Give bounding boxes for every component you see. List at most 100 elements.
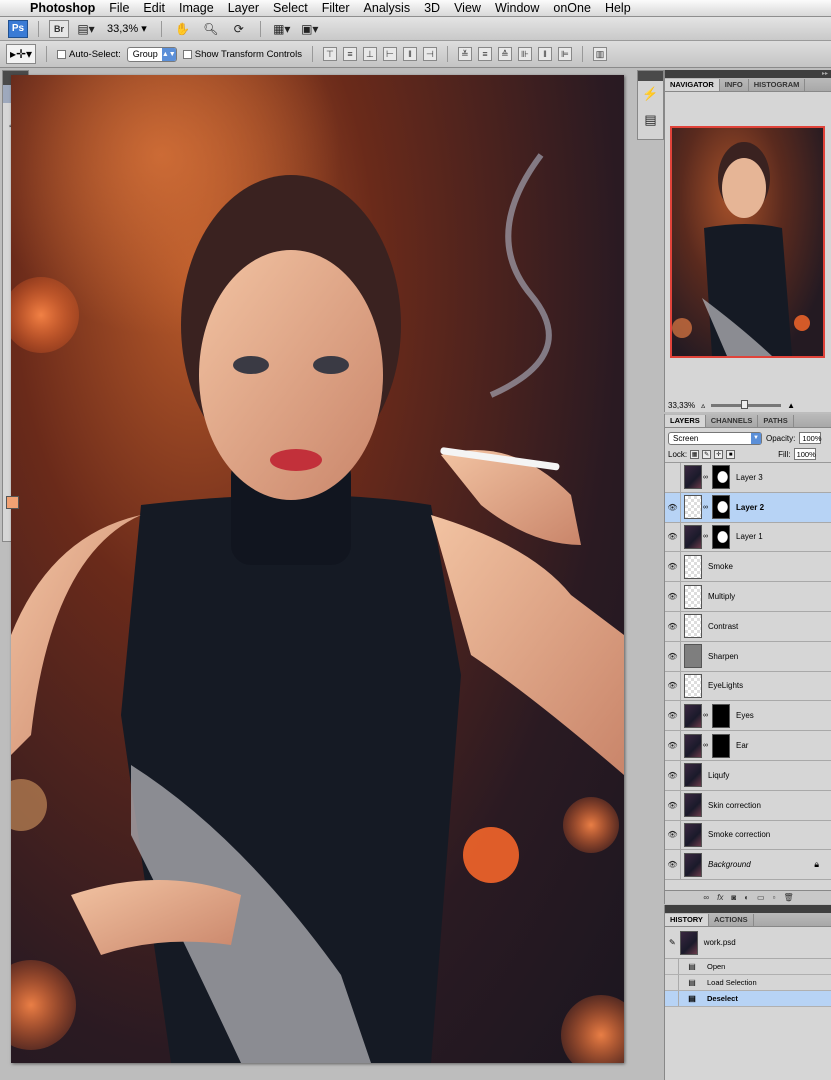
- distribute-hcenter-icon[interactable]: ‖: [537, 47, 552, 61]
- trash-icon[interactable]: 🗑︎: [783, 893, 793, 902]
- align-vcenter-icon[interactable]: ≡: [342, 47, 357, 61]
- menu-edit[interactable]: Edit: [143, 1, 165, 15]
- menu-filter[interactable]: Filter: [322, 1, 350, 15]
- eye-icon[interactable]: 👁︎: [665, 671, 681, 701]
- link-icon[interactable]: ∞: [702, 504, 709, 511]
- history-brush-source-box[interactable]: [665, 991, 679, 1006]
- eye-icon[interactable]: 👁︎: [665, 820, 681, 850]
- history-brush-source-box[interactable]: [665, 975, 679, 990]
- screen-mode-icon[interactable]: ▣▾: [299, 20, 321, 38]
- document-image[interactable]: [11, 75, 624, 1063]
- history-state[interactable]: ▤ Load Selection: [665, 975, 831, 991]
- layer-comps-icon[interactable]: ▤: [638, 107, 663, 133]
- layer-row[interactable]: ∞ Layer 3: [665, 463, 831, 493]
- layer-row[interactable]: 👁︎ ∞ Layer 1: [665, 522, 831, 553]
- tab-channels[interactable]: CHANNELS: [706, 415, 759, 427]
- usb-icon[interactable]: ⚡: [638, 81, 663, 107]
- menu-window[interactable]: Window: [495, 1, 539, 15]
- foreground-color-swatch[interactable]: [6, 496, 19, 510]
- layer-style-icon[interactable]: fx: [717, 893, 723, 902]
- tool-preset-picker[interactable]: ▸✛▾: [6, 44, 36, 64]
- tab-navigator[interactable]: NAVIGATOR: [665, 79, 720, 91]
- layer-row[interactable]: 👁︎ ∞ Ear: [665, 731, 831, 761]
- eye-icon[interactable]: 👁︎: [665, 611, 681, 641]
- auto-select-option[interactable]: Auto-Select:: [57, 49, 121, 60]
- layer-mask-thumbnail[interactable]: [712, 733, 730, 758]
- eye-icon[interactable]: 👁︎: [665, 701, 681, 731]
- blend-mode-select[interactable]: Screen ▼: [668, 431, 762, 445]
- layer-row[interactable]: 👁︎ EyeLights: [665, 671, 831, 702]
- arrange-documents-icon[interactable]: ▦▾: [271, 20, 293, 38]
- layer-row[interactable]: 👁︎ Contrast: [665, 611, 831, 642]
- link-icon[interactable]: ∞: [702, 712, 709, 719]
- show-transform-option[interactable]: Show Transform Controls: [182, 49, 302, 60]
- menu-help[interactable]: Help: [605, 1, 631, 15]
- eye-icon[interactable]: 👁︎: [665, 582, 681, 611]
- opacity-field[interactable]: 100%: [799, 432, 822, 444]
- menu-app-name[interactable]: Photoshop: [30, 1, 95, 15]
- lock-transparency-icon[interactable]: ▦: [690, 449, 700, 459]
- history-brush-source-icon[interactable]: ✎: [669, 938, 676, 947]
- link-icon[interactable]: ∞: [702, 474, 709, 481]
- link-layers-icon[interactable]: ∞: [703, 893, 709, 902]
- layer-row[interactable]: 👁︎ Smoke correction: [665, 820, 831, 851]
- layer-row[interactable]: 👁︎ ∞ Eyes: [665, 701, 831, 732]
- layer-row[interactable]: 👁︎ Background 🔒︎: [665, 850, 831, 881]
- eye-icon[interactable]: 👁︎: [665, 731, 681, 760]
- eye-icon[interactable]: 👁︎: [665, 850, 681, 880]
- auto-select-checkbox[interactable]: [57, 49, 66, 59]
- tab-history[interactable]: HISTORY: [665, 914, 709, 926]
- eye-icon[interactable]: 👁︎: [665, 641, 681, 671]
- new-layer-icon[interactable]: ▫: [773, 893, 776, 902]
- zoom-level-dropdown[interactable]: 33,3% ▾: [103, 22, 151, 35]
- tab-actions[interactable]: ACTIONS: [709, 914, 754, 926]
- dock-grip[interactable]: [638, 71, 663, 81]
- layer-row[interactable]: 👁︎ Multiply: [665, 582, 831, 612]
- panel-collapse-grip[interactable]: ▸▸: [665, 70, 831, 78]
- align-top-icon[interactable]: ⊤: [322, 47, 337, 61]
- distribute-left-icon[interactable]: ⊪: [517, 47, 532, 61]
- menu-image[interactable]: Image: [179, 1, 214, 15]
- add-mask-icon[interactable]: ◙: [731, 893, 736, 902]
- distribute-top-icon[interactable]: ≚: [457, 47, 472, 61]
- zoom-slider-knob[interactable]: [741, 399, 749, 409]
- tab-layers[interactable]: LAYERS: [665, 415, 706, 427]
- link-icon[interactable]: ∞: [702, 742, 709, 749]
- eye-icon[interactable]: 👁︎: [665, 522, 681, 552]
- bridge-button[interactable]: Br: [49, 19, 69, 38]
- show-transform-checkbox[interactable]: [182, 49, 192, 59]
- layer-row[interactable]: 👁︎ Liqufy: [665, 760, 831, 791]
- zoom-out-icon[interactable]: ▵: [701, 401, 705, 410]
- layer-row[interactable]: 👁︎ Smoke: [665, 552, 831, 583]
- align-bottom-icon[interactable]: ⊥: [362, 47, 377, 61]
- history-brush-source-box[interactable]: [665, 959, 679, 974]
- tab-histogram[interactable]: HISTOGRAM: [749, 79, 806, 91]
- hand-tool-icon[interactable]: ✋: [172, 20, 194, 38]
- align-left-icon[interactable]: ⊢: [382, 47, 397, 61]
- auto-select-dropdown[interactable]: Group ▲▼: [126, 46, 177, 62]
- view-extras-button[interactable]: ▤▾: [75, 20, 97, 38]
- eye-icon[interactable]: 👁︎: [665, 492, 681, 522]
- eye-icon[interactable]: 👁︎: [665, 760, 681, 790]
- zoom-tool-icon[interactable]: 🔍︎: [200, 20, 222, 38]
- history-state[interactable]: ▤ Open: [665, 959, 831, 975]
- menu-onone[interactable]: onOne: [553, 1, 591, 15]
- menu-file[interactable]: File: [109, 1, 129, 15]
- visibility-toggle[interactable]: [665, 463, 681, 492]
- adjustment-layer-icon[interactable]: ◐: [744, 893, 749, 902]
- new-group-icon[interactable]: ▭: [757, 893, 765, 902]
- distribute-right-icon[interactable]: ⊫: [557, 47, 572, 61]
- lock-position-icon[interactable]: ✛: [714, 449, 724, 459]
- eye-icon[interactable]: 👁︎: [665, 790, 681, 820]
- menu-select[interactable]: Select: [273, 1, 308, 15]
- layer-row[interactable]: 👁︎ ∞ Layer 2: [665, 492, 831, 523]
- auto-align-layers-icon[interactable]: ▥: [592, 47, 607, 61]
- navigator-zoom-slider[interactable]: [711, 399, 782, 409]
- navigator-zoom-value[interactable]: 33,33%: [668, 401, 695, 410]
- align-hcenter-icon[interactable]: ‖: [402, 47, 417, 61]
- align-right-icon[interactable]: ⊣: [422, 47, 437, 61]
- layer-row[interactable]: 👁︎ Sharpen: [665, 641, 831, 672]
- menu-3d[interactable]: 3D: [424, 1, 440, 15]
- tab-paths[interactable]: PATHS: [758, 415, 794, 427]
- menu-view[interactable]: View: [454, 1, 481, 15]
